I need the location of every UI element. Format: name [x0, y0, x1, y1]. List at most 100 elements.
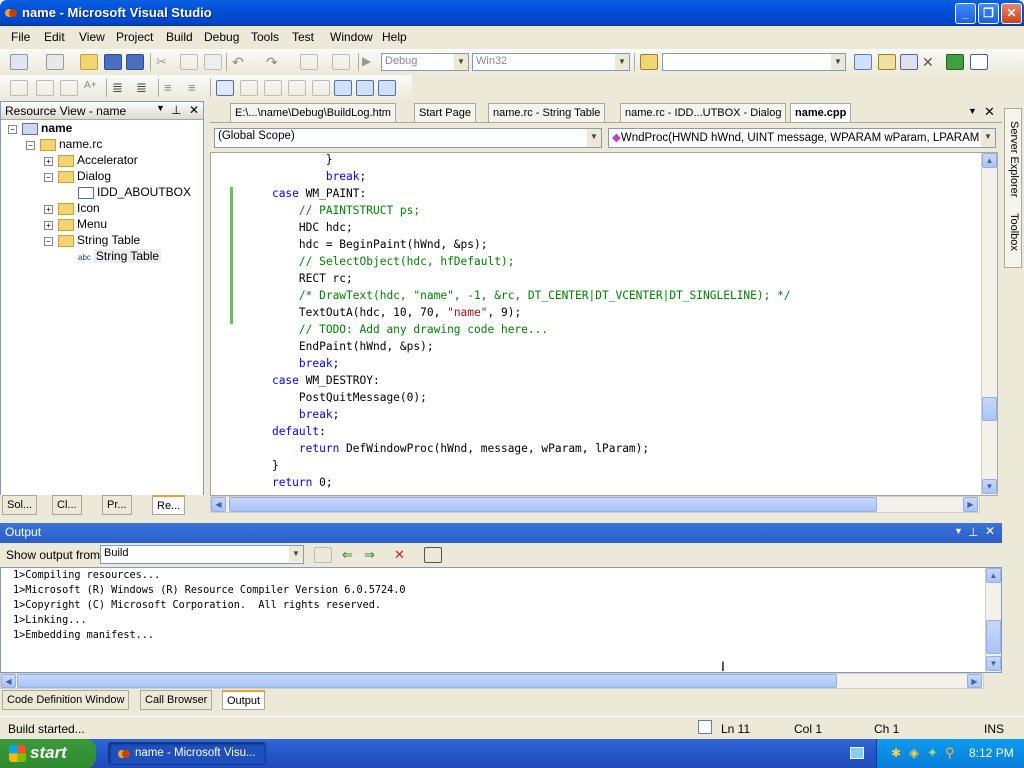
scroll-left-icon[interactable]: ◀	[1, 674, 16, 688]
title-bar[interactable]: name - Microsoft Visual Studio _ ❐ ✕	[0, 0, 1024, 26]
scroll-up-icon[interactable]: ▲	[982, 153, 997, 168]
tab-dialog[interactable]: name.rc - IDD...UTBOX - Dialog	[620, 103, 787, 123]
menu-build[interactable]: Build	[166, 30, 193, 44]
uncomment-icon[interactable]: ≡	[188, 80, 206, 96]
undo-icon[interactable]: ↶	[232, 54, 250, 70]
tree-item-accelerator[interactable]: Accelerator	[58, 153, 138, 169]
close-panel-icon[interactable]: ✕	[985, 524, 995, 538]
tree-item-menu[interactable]: Menu	[58, 217, 107, 233]
output-source-combo[interactable]: Build ▼	[100, 545, 304, 564]
editor-hscrollbar[interactable]: ◀ ▶	[210, 496, 980, 513]
start-button[interactable]: start	[0, 739, 96, 768]
scroll-thumb[interactable]	[986, 620, 1001, 654]
open-icon[interactable]	[80, 54, 98, 70]
navigate-forward-icon[interactable]	[332, 54, 350, 70]
scroll-right-icon[interactable]: ▶	[967, 674, 982, 688]
copy-icon[interactable]	[180, 54, 198, 70]
restore-button[interactable]: ❐	[978, 3, 999, 24]
clear-bookmarks-icon[interactable]	[378, 80, 396, 96]
function-combo[interactable]: ◆WndProc(HWND hWnd, UINT message, WPARAM…	[608, 128, 996, 148]
tab-call-browser[interactable]: Call Browser	[140, 690, 213, 710]
editor-vscrollbar[interactable]: ▲ ▼	[981, 153, 997, 495]
quick-info-icon[interactable]	[60, 80, 78, 96]
clear-all-icon[interactable]: ✕	[394, 547, 412, 563]
collapse-icon[interactable]: −	[26, 141, 35, 150]
comment-icon[interactable]: ≡	[164, 80, 182, 96]
complete-word-icon[interactable]: A+	[84, 80, 102, 96]
expand-icon[interactable]: +	[44, 157, 53, 166]
tab-string-table[interactable]: name.rc - String Table	[488, 103, 606, 123]
command-window-icon[interactable]	[970, 54, 988, 70]
scroll-down-icon[interactable]: ▼	[982, 479, 997, 494]
tree-item-dialog[interactable]: Dialog	[58, 169, 111, 185]
taskbar-button-vs[interactable]: name - Microsoft Visu...	[108, 742, 266, 765]
platform-combo[interactable]: Win32 ▼	[472, 53, 630, 71]
start-debug-icon[interactable]: ▶	[362, 54, 380, 70]
save-all-icon[interactable]	[126, 54, 144, 70]
close-panel-icon[interactable]: ✕	[189, 103, 199, 117]
parameter-info-icon[interactable]	[36, 80, 54, 96]
output-hscrollbar[interactable]: ◀ ▶	[0, 673, 984, 689]
bookmark-icon[interactable]	[216, 80, 234, 96]
window-position-icon[interactable]: ▼	[954, 526, 963, 536]
next-message-icon[interactable]: ⇒	[364, 547, 382, 563]
toggle-word-wrap-icon[interactable]	[424, 547, 442, 563]
scroll-down-icon[interactable]: ▼	[986, 656, 1001, 671]
expand-icon[interactable]: +	[44, 221, 53, 230]
navigate-back-icon[interactable]	[300, 54, 318, 70]
solution-explorer-icon[interactable]	[854, 54, 872, 70]
close-document-icon[interactable]: ✕	[984, 104, 995, 120]
add-item-icon[interactable]	[46, 54, 64, 70]
output-text-area[interactable]: 1>Compiling resources... 1>Microsoft (R)…	[0, 567, 1002, 674]
scroll-up-icon[interactable]: ▲	[986, 568, 1001, 583]
tab-start-page[interactable]: Start Page	[414, 103, 476, 123]
tab-name-cpp[interactable]: name.cpp	[790, 103, 852, 123]
expand-icon[interactable]: +	[44, 205, 53, 214]
tree-item-rc[interactable]: name.rc	[40, 137, 102, 153]
scroll-right-icon[interactable]: ▶	[963, 497, 978, 512]
next-bookmark-icon[interactable]	[264, 80, 282, 96]
tree-item-aboutbox[interactable]: IDD_ABOUTBOX	[78, 185, 191, 201]
previous-message-icon[interactable]: ⇐	[342, 547, 360, 563]
tree-item-string-table-folder[interactable]: String Table	[58, 233, 140, 249]
tab-solution-explorer[interactable]: Sol...	[2, 495, 38, 515]
tab-property-manager[interactable]: Pr...	[102, 495, 132, 515]
object-browser-icon[interactable]	[900, 54, 918, 70]
output-title-bar[interactable]: Output ▼ ⊥ ✕	[0, 523, 1002, 543]
tab-output[interactable]: Output	[222, 690, 266, 710]
save-icon[interactable]	[104, 54, 122, 70]
next-bookmark-folder-icon[interactable]	[312, 80, 330, 96]
collapse-icon[interactable]: −	[8, 125, 17, 134]
menu-test[interactable]: Test	[292, 30, 314, 44]
properties-icon[interactable]	[878, 54, 896, 70]
solution-config-combo[interactable]: Debug ▼	[381, 53, 469, 71]
menu-window[interactable]: Window	[330, 30, 373, 44]
collapse-icon[interactable]: −	[44, 237, 53, 246]
prev-bookmark-icon[interactable]	[240, 80, 258, 96]
close-button[interactable]: ✕	[1001, 3, 1022, 24]
next-bookmark-doc-icon[interactable]	[356, 80, 374, 96]
outdent-icon[interactable]: ≣	[112, 80, 130, 96]
paste-icon[interactable]	[204, 54, 222, 70]
menu-help[interactable]: Help	[382, 30, 407, 44]
collapse-icon[interactable]: −	[44, 173, 53, 182]
scroll-thumb[interactable]	[982, 397, 997, 421]
member-list-icon[interactable]	[10, 80, 28, 96]
keyboard-icon[interactable]	[850, 747, 864, 759]
menu-tools[interactable]: Tools	[251, 30, 279, 44]
scroll-left-icon[interactable]: ◀	[211, 497, 226, 512]
new-project-icon[interactable]	[10, 54, 28, 70]
tab-code-definition[interactable]: Code Definition Window	[2, 690, 130, 710]
redo-icon[interactable]: ↷	[266, 54, 284, 70]
cut-icon[interactable]: ✂	[156, 54, 174, 70]
pin-icon[interactable]: ⊥	[968, 525, 978, 539]
security-shield-icon[interactable]: ◈	[909, 745, 919, 761]
tree-item-icon[interactable]: Icon	[58, 201, 100, 217]
prev-bookmark-doc-icon[interactable]	[334, 80, 352, 96]
tree-item-project[interactable]: name	[22, 121, 72, 137]
prev-bookmark-folder-icon[interactable]	[288, 80, 306, 96]
tab-buildlog[interactable]: E:\...\name\Debug\BuildLog.htm	[230, 103, 396, 123]
output-vscrollbar[interactable]: ▲ ▼	[985, 568, 1001, 672]
find-message-icon[interactable]	[314, 547, 332, 563]
indent-icon[interactable]: ≣	[136, 80, 154, 96]
